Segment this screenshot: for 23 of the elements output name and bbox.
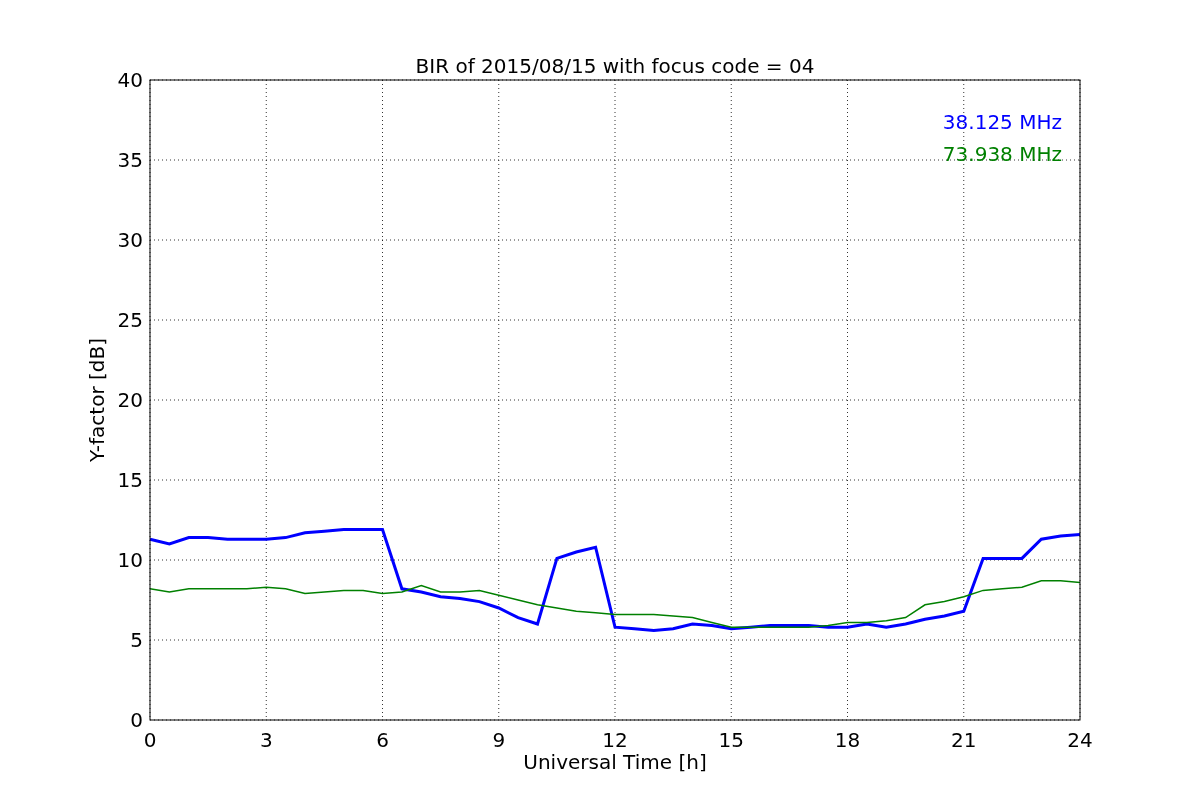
tick-label: 21 [951, 728, 977, 752]
y-axis-label: Y-factor [dB] [85, 338, 109, 462]
tick-label: 5 [130, 628, 143, 652]
tick-label: 0 [130, 708, 143, 732]
tick-label: 0 [143, 728, 157, 752]
tick-label: 6 [376, 728, 389, 752]
tick-label: 25 [117, 308, 143, 332]
tick-label: 10 [117, 548, 143, 572]
tick-label: 18 [834, 728, 861, 752]
legend-label: 38.125 MHz [942, 110, 1062, 134]
tick-label: 30 [117, 228, 143, 252]
tick-label: 20 [117, 388, 143, 412]
tick-label: 12 [602, 728, 628, 752]
tick-label: 15 [718, 728, 744, 752]
tick-label: 3 [259, 728, 273, 752]
tick-label: 9 [492, 728, 506, 752]
tick-label: 40 [117, 68, 143, 92]
x-axis-label: Universal Time [h] [523, 750, 707, 774]
tick-label: 35 [117, 148, 143, 172]
chart-title: BIR of 2015/08/15 with focus code = 04 [415, 54, 815, 78]
tick-label: 15 [117, 468, 143, 492]
legend-label: 73.938 MHz [942, 142, 1062, 166]
tick-label: 24 [1067, 728, 1093, 752]
